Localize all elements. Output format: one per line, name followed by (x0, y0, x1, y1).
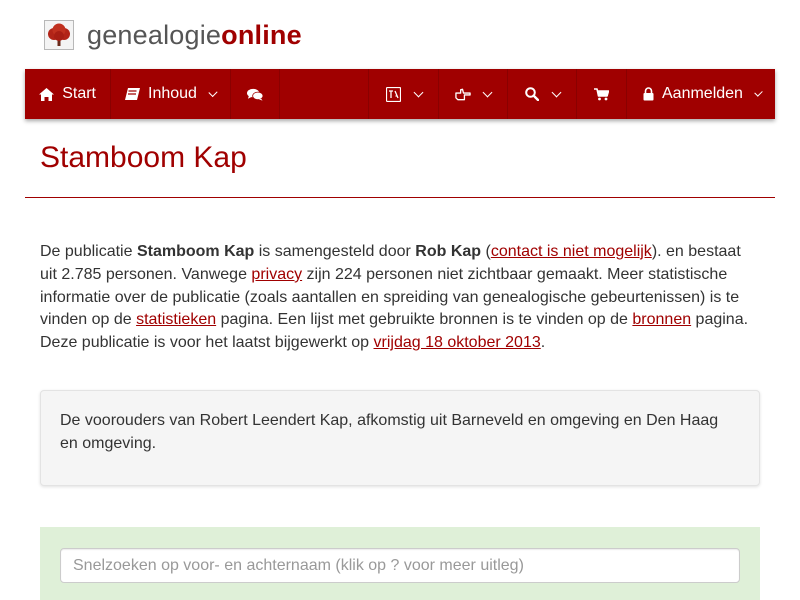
nav-search[interactable] (508, 69, 577, 119)
intro-text: ( (481, 243, 491, 260)
search-icon (524, 86, 540, 102)
nav-inhoud[interactable]: Inhoud (111, 69, 231, 119)
page-title: Stamboom Kap (40, 141, 247, 174)
privacy-link[interactable]: privacy (251, 266, 302, 283)
nav-start[interactable]: Start (25, 69, 111, 119)
nav-actions[interactable] (439, 69, 508, 119)
chevron-down-icon (413, 87, 423, 97)
quick-search-panel (40, 527, 760, 600)
statistics-link[interactable]: statistieken (136, 311, 216, 328)
book-icon (125, 86, 140, 102)
navbar-spacer (280, 69, 369, 119)
publication-name: Stamboom Kap (136, 243, 255, 260)
intro-text: pagina. Een lijst met gebruikte bronnen … (216, 311, 633, 329)
hand-pointing-icon (455, 86, 471, 102)
brand-name-part2: online (221, 19, 302, 50)
nav-inhoud-label: Inhoud (148, 85, 197, 102)
chevron-down-icon (482, 87, 493, 97)
tree-logo-icon[interactable] (44, 20, 74, 50)
last-updated-link[interactable]: vrijdag 18 oktober 2013 (374, 334, 541, 351)
home-icon (39, 86, 55, 102)
publication-intro: De publicatie Stamboom Kap is samengeste… (40, 241, 760, 355)
nav-login-label: Aanmelden (662, 85, 743, 102)
site-logo-text[interactable]: genealogieonline (87, 19, 302, 50)
chat-bubbles-icon (247, 86, 263, 102)
main-navbar: Start Inhoud Aanmelden (25, 69, 775, 119)
chevron-down-icon (208, 87, 218, 97)
lock-icon (643, 86, 654, 102)
nav-start-label: Start (62, 85, 96, 102)
nav-forum[interactable] (231, 69, 280, 119)
nav-cart[interactable] (577, 69, 627, 119)
title-divider (25, 197, 775, 198)
chevron-down-icon (754, 87, 763, 97)
sources-link[interactable]: bronnen (632, 311, 691, 328)
nav-login[interactable]: Aanmelden (627, 69, 775, 119)
intro-text: De publicatie (40, 243, 137, 260)
intro-text: is samengesteld door (254, 243, 416, 260)
shopping-cart-icon (594, 86, 610, 102)
contact-link[interactable]: contact is niet mogelijk (491, 243, 652, 260)
site-header: genealogieonline (44, 18, 302, 52)
publication-description-panel: De voorouders van Robert Leendert Kap, a… (40, 390, 760, 486)
quick-search-input[interactable] (60, 548, 740, 583)
chevron-down-icon (551, 87, 562, 97)
translate-icon (386, 86, 402, 102)
intro-text: . (540, 334, 546, 352)
brand-name-part1: genealogie (87, 19, 222, 50)
author-name: Rob Kap (415, 243, 482, 260)
nav-language[interactable] (369, 69, 439, 119)
publication-description: De voorouders van Robert Leendert Kap, a… (60, 412, 719, 452)
